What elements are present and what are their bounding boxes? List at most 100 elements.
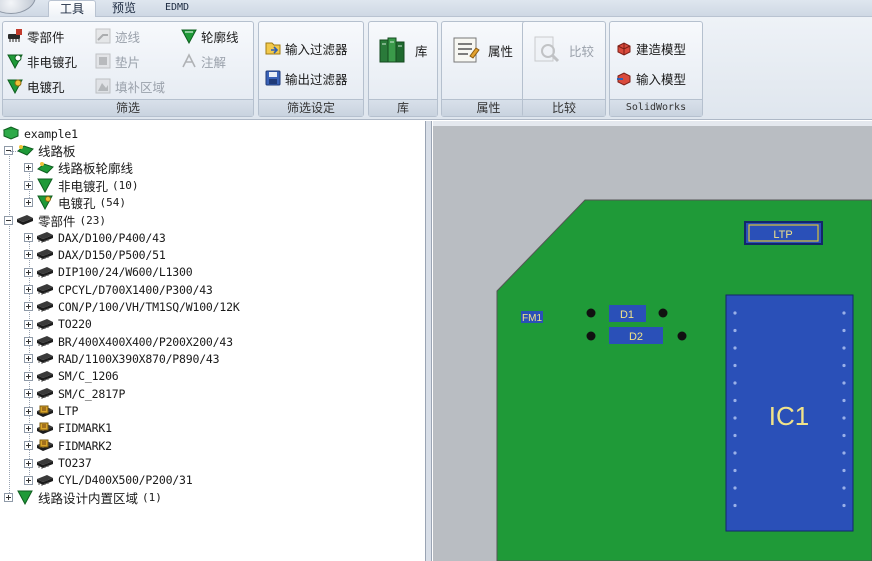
chip-component-icon <box>36 282 54 297</box>
tree-node-non-plated-holes[interactable]: 非电镀孔 (10) <box>24 177 139 194</box>
filter-annotation-button[interactable]: 注解 <box>181 51 226 71</box>
filter-trace-button[interactable]: 迹线 <box>95 26 140 46</box>
component-label: TO237 <box>58 456 92 471</box>
trace-icon <box>95 28 111 44</box>
expand-toggle[interactable] <box>24 458 33 468</box>
tree-node-component[interactable]: LTP <box>24 403 78 420</box>
tab-tools[interactable]: 工具 <box>48 0 96 17</box>
filter-plated-hole-button[interactable]: 电镀孔 <box>7 76 65 96</box>
tree-node-component[interactable]: SM/C_1206 <box>24 368 119 385</box>
tree-node-keepin-area[interactable]: 线路设计内置区域 (1) <box>4 489 162 506</box>
tree-node-component[interactable]: DAX/D150/P500/51 <box>24 246 166 263</box>
expand-toggle[interactable] <box>24 406 33 416</box>
pad-icon <box>95 53 111 69</box>
ic1-pin <box>733 451 737 455</box>
import-model-button[interactable]: 输入模型 <box>616 68 686 88</box>
expand-toggle[interactable] <box>24 371 33 381</box>
expand-toggle[interactable] <box>24 285 33 295</box>
tree-node-component[interactable]: RAD/1100X390X870/P890/43 <box>24 350 220 367</box>
d2-hole-right <box>677 331 687 341</box>
ic1-pin <box>842 451 846 455</box>
expand-toggle[interactable] <box>24 267 33 277</box>
collapse-toggle[interactable] <box>4 216 13 225</box>
ic1-pin <box>733 381 737 385</box>
magnifier-icon <box>531 34 563 66</box>
expand-toggle[interactable] <box>24 198 33 207</box>
ic1-pin <box>842 328 846 333</box>
tree-node-plated-holes[interactable]: 电镀孔 (54) <box>24 194 126 211</box>
expand-toggle[interactable] <box>24 423 33 433</box>
export-filter-button[interactable]: 输出过滤器 <box>265 68 348 88</box>
tree-root[interactable]: example1 <box>2 125 78 142</box>
export-filter-icon <box>265 70 281 86</box>
d2-hole-left <box>586 331 596 341</box>
filter-fill-area-button[interactable]: 填补区域 <box>95 76 165 96</box>
library-button[interactable]: 库 <box>377 34 428 66</box>
expand-toggle[interactable] <box>24 233 33 242</box>
ic1-pin <box>842 486 846 490</box>
tab-preview[interactable]: 预览 <box>100 0 148 17</box>
library-group-label: 库 <box>369 99 437 116</box>
tree-node-component[interactable]: TO237 <box>24 455 92 472</box>
tree-guide-line <box>9 151 10 499</box>
component-label: FIDMARK1 <box>58 421 112 436</box>
tab-edmd[interactable]: EDMD <box>152 0 202 17</box>
build-model-icon <box>616 40 632 56</box>
pcb-view[interactable]: LTP FM1 D1 D2 IC1 <box>433 121 872 561</box>
expand-toggle[interactable] <box>4 493 13 502</box>
build-model-button[interactable]: 建造模型 <box>616 38 686 58</box>
compare-button[interactable]: 比较 <box>531 34 594 66</box>
expand-toggle[interactable] <box>24 441 33 451</box>
properties-button[interactable]: 属性 <box>450 34 513 66</box>
expand-toggle[interactable] <box>24 250 33 260</box>
filter-settings-group: 输入过滤器 输出过滤器 筛选设定 <box>258 21 364 117</box>
tree-node-component[interactable]: BR/400X400X400/P200X200/43 <box>24 333 233 350</box>
ic1-pin <box>733 503 737 508</box>
filter-non-plated-hole-button[interactable]: 非电镀孔 <box>7 51 77 71</box>
tree-node-component[interactable]: DAX/D100/P400/43 <box>24 229 166 246</box>
compare-group-label: 比较 <box>523 99 605 116</box>
ic1-pin <box>842 381 846 385</box>
d1-label: D1 <box>620 309 634 321</box>
expand-toggle[interactable] <box>24 389 33 399</box>
expand-toggle[interactable] <box>24 181 33 190</box>
expand-toggle[interactable] <box>24 319 33 329</box>
import-filter-button[interactable]: 输入过滤器 <box>265 38 348 58</box>
expand-toggle[interactable] <box>24 475 33 485</box>
import-model-icon <box>616 70 632 86</box>
import-filter-icon <box>265 40 281 56</box>
outline-icon <box>36 160 54 175</box>
solidworks-group: 建造模型 输入模型 SolidWorks <box>609 21 703 117</box>
tree-node-component[interactable]: FIDMARK2 <box>24 437 112 454</box>
assembly-icon <box>2 126 20 141</box>
application-menu-button[interactable] <box>0 0 36 14</box>
tree-node-component[interactable]: CYL/D400X500/P200/31 <box>24 472 193 489</box>
filter-pad-button[interactable]: 垫片 <box>95 51 140 71</box>
expand-toggle[interactable] <box>24 354 33 364</box>
tree-node-component[interactable]: TO220 <box>24 316 92 333</box>
component-label: DIP100/24/W600/L1300 <box>58 265 193 280</box>
component-label: DAX/D100/P400/43 <box>58 230 166 245</box>
ic1-pin <box>842 363 846 368</box>
tree-node-component[interactable]: CPCYL/D700X1400/P300/43 <box>24 281 213 298</box>
filter-outline-button[interactable]: 轮廓线 <box>181 26 239 46</box>
expand-toggle[interactable] <box>24 337 33 347</box>
fiducial-component-icon <box>36 404 54 419</box>
tree-node-component[interactable]: DIP100/24/W600/L1300 <box>24 264 193 281</box>
chip-component-icon <box>36 386 54 401</box>
expand-toggle[interactable] <box>24 163 33 172</box>
expand-toggle[interactable] <box>24 302 33 312</box>
component-icon <box>16 213 34 228</box>
panel-splitter[interactable] <box>426 121 432 561</box>
solidworks-group-label: SolidWorks <box>610 99 702 116</box>
tree-node-component[interactable]: SM/C_2817P <box>24 385 125 402</box>
ic1-pin <box>733 346 737 350</box>
tree-node-components[interactable]: 零部件 (23) <box>4 212 106 229</box>
feature-tree[interactable]: example1 线路板 线路板轮廓线 非电镀孔 (10) 电镀孔 (54) 零… <box>0 121 426 561</box>
filter-component-button[interactable]: 零部件 <box>7 26 65 46</box>
ic1-pin <box>733 311 737 315</box>
tree-node-component[interactable]: CON/P/100/VH/TM1SQ/W100/12K <box>24 298 240 315</box>
ic1-pin <box>842 311 846 315</box>
tree-node-component[interactable]: FIDMARK1 <box>24 420 112 437</box>
tree-node-board-outline[interactable]: 线路板轮廓线 <box>24 159 133 176</box>
